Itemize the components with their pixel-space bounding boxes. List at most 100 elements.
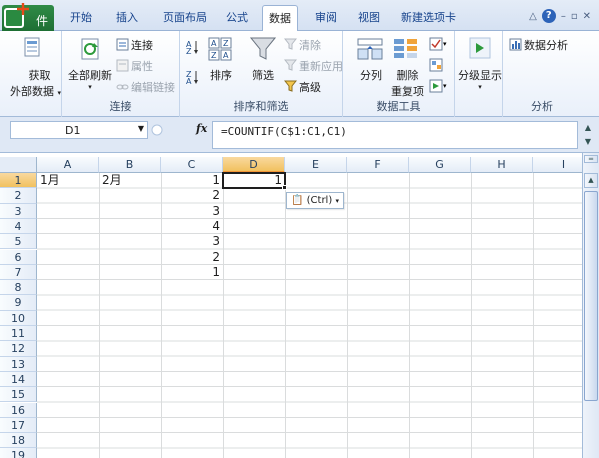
scroll-thumb[interactable] bbox=[584, 191, 598, 401]
edit-links-button[interactable]: 编辑链接 bbox=[116, 79, 175, 95]
group-label-data-tools: 数据工具 bbox=[376, 100, 421, 113]
row-header-1[interactable]: 1 bbox=[0, 173, 37, 189]
formula-bar-expand-icon[interactable] bbox=[150, 123, 164, 137]
dropdown-arrow-icon: ▾ bbox=[478, 83, 482, 91]
tab-view[interactable]: 视图 bbox=[358, 9, 380, 25]
row-header-15[interactable]: 15 bbox=[0, 387, 37, 403]
row-header-18[interactable]: 18 bbox=[0, 433, 37, 449]
column-header-c[interactable]: C bbox=[161, 157, 223, 173]
tab-data[interactable]: 数据 bbox=[262, 5, 298, 32]
cell-c1[interactable]: 1 bbox=[161, 173, 223, 188]
connections-button[interactable]: 连接 bbox=[116, 37, 153, 53]
column-header-f[interactable]: F bbox=[347, 157, 409, 173]
row-header-6[interactable]: 6 bbox=[0, 249, 37, 265]
clear-filter-button[interactable]: 清除 bbox=[284, 37, 321, 53]
ribbon-collapse-icon[interactable]: △ bbox=[529, 11, 537, 22]
split-box-icon[interactable]: ═ bbox=[584, 155, 598, 163]
select-all-corner[interactable] bbox=[0, 157, 37, 173]
data-validation-icon[interactable]: ▾ bbox=[429, 37, 449, 51]
row-header-5[interactable]: 5 bbox=[0, 234, 37, 250]
tab-insert[interactable]: 插入 bbox=[116, 9, 138, 25]
row-header-11[interactable]: 11 bbox=[0, 326, 37, 342]
cell-c2[interactable]: 2 bbox=[161, 188, 223, 203]
row-header-9[interactable]: 9 bbox=[0, 295, 37, 311]
tab-page-layout[interactable]: 页面布局 bbox=[163, 9, 207, 25]
row-header-19[interactable]: 19 bbox=[0, 448, 37, 458]
insert-function-icon[interactable]: fx bbox=[196, 122, 207, 135]
data-analysis-label: 数据分析 bbox=[524, 39, 568, 52]
get-external-data-button[interactable]: 获取 外部数据 ▾ bbox=[10, 67, 61, 99]
fill-handle[interactable] bbox=[282, 185, 287, 190]
grid-lines bbox=[37, 173, 582, 458]
advanced-filter-icon bbox=[284, 80, 297, 92]
tab-new-tab[interactable]: 新建选项卡 bbox=[401, 9, 456, 25]
row-header-14[interactable]: 14 bbox=[0, 371, 37, 388]
formula-scroll-down-icon[interactable]: ▼ bbox=[581, 135, 595, 149]
column-header-g[interactable]: G bbox=[409, 157, 471, 173]
get-external-data-line2: 外部数据 bbox=[10, 85, 54, 98]
what-if-analysis-icon[interactable]: ▾ bbox=[429, 79, 449, 93]
row-header-10[interactable]: 10 bbox=[0, 310, 37, 326]
grid-col-line bbox=[409, 173, 410, 458]
help-icon[interactable]: ? bbox=[541, 9, 556, 23]
tab-review[interactable]: 审阅 bbox=[315, 9, 337, 25]
tab-home[interactable]: 开始 bbox=[70, 9, 92, 25]
text-to-columns-button[interactable]: 分列 bbox=[360, 67, 382, 83]
minimize-icon[interactable]: – bbox=[561, 11, 566, 22]
column-header-a[interactable]: A bbox=[37, 157, 99, 173]
row-header-2[interactable]: 2 bbox=[0, 188, 37, 204]
sort-descending-icon[interactable]: ZA bbox=[186, 69, 200, 85]
consolidate-icon[interactable] bbox=[429, 58, 449, 72]
sort-button[interactable]: 排序 bbox=[210, 67, 232, 83]
svg-text:▾: ▾ bbox=[443, 82, 447, 90]
group-connections: 全部刷新 ▾ 连接 属性 编辑链接 连接 bbox=[62, 31, 180, 117]
name-box-dropdown-icon[interactable]: ▼ bbox=[138, 124, 144, 133]
outline-button[interactable]: 分级显示 ▾ bbox=[458, 67, 502, 91]
cell-b1[interactable]: 2月 bbox=[99, 173, 161, 188]
refresh-all-button[interactable]: 全部刷新 ▾ bbox=[68, 67, 112, 91]
row-header-8[interactable]: 8 bbox=[0, 280, 37, 296]
column-header-i[interactable]: I bbox=[533, 157, 582, 173]
advanced-filter-button[interactable]: 高级 bbox=[284, 79, 321, 95]
cell-c4[interactable]: 4 bbox=[161, 219, 223, 234]
data-analysis-button[interactable]: 数据分析 bbox=[509, 37, 568, 53]
column-header-d[interactable]: D bbox=[223, 157, 285, 173]
cell-a1[interactable]: 1月 bbox=[37, 173, 99, 188]
cell-c5[interactable]: 3 bbox=[161, 234, 223, 249]
scroll-up-icon[interactable]: ▲ bbox=[584, 173, 598, 188]
row-header-12[interactable]: 12 bbox=[0, 341, 37, 357]
tab-formulas[interactable]: 公式 bbox=[226, 9, 248, 25]
external-data-icon bbox=[24, 37, 40, 57]
cell-c7[interactable]: 1 bbox=[161, 265, 223, 280]
grid-col-line bbox=[223, 173, 224, 458]
properties-button[interactable]: 属性 bbox=[116, 58, 153, 74]
sort-ascending-icon[interactable]: AZ bbox=[186, 39, 200, 55]
vertical-scrollbar[interactable]: ═ ▲ bbox=[582, 153, 599, 458]
svg-text:A: A bbox=[186, 77, 192, 85]
name-box[interactable]: D1 ▼ bbox=[10, 121, 148, 139]
group-label-analysis: 分析 bbox=[531, 100, 553, 113]
row-header-7[interactable]: 7 bbox=[0, 264, 37, 281]
remove-duplicates-button[interactable]: 删除 重复项 bbox=[391, 67, 424, 99]
row-header-16[interactable]: 16 bbox=[0, 402, 37, 418]
row-header-17[interactable]: 17 bbox=[0, 417, 37, 434]
grid-col-line bbox=[533, 173, 534, 458]
formula-input[interactable]: =COUNTIF(C$1:C1,C1) bbox=[212, 121, 578, 149]
restore-icon[interactable]: ▫ bbox=[571, 11, 578, 22]
cell-c6[interactable]: 2 bbox=[161, 250, 223, 265]
filter-button[interactable]: 筛选 bbox=[252, 67, 274, 83]
row-header-13[interactable]: 13 bbox=[0, 356, 37, 372]
column-header-b[interactable]: B bbox=[99, 157, 161, 173]
close-icon[interactable]: ✕ bbox=[583, 11, 591, 22]
group-analysis: 数据分析 分析 bbox=[503, 31, 581, 117]
column-header-h[interactable]: H bbox=[471, 157, 533, 173]
cell-c3[interactable]: 3 bbox=[161, 204, 223, 219]
file-tab[interactable]: 件 bbox=[2, 5, 54, 31]
formula-scroll-up-icon[interactable]: ▲ bbox=[581, 121, 595, 135]
row-header-3[interactable]: 3 bbox=[0, 203, 37, 219]
row-header-4[interactable]: 4 bbox=[0, 218, 37, 235]
reapply-button[interactable]: 重新应用 bbox=[284, 58, 343, 74]
column-header-e[interactable]: E bbox=[285, 157, 347, 173]
paste-options-button[interactable]: 📋 (Ctrl) ▾ bbox=[286, 192, 344, 209]
formula-bar-scroll[interactable]: ▲ ▼ bbox=[581, 121, 595, 149]
